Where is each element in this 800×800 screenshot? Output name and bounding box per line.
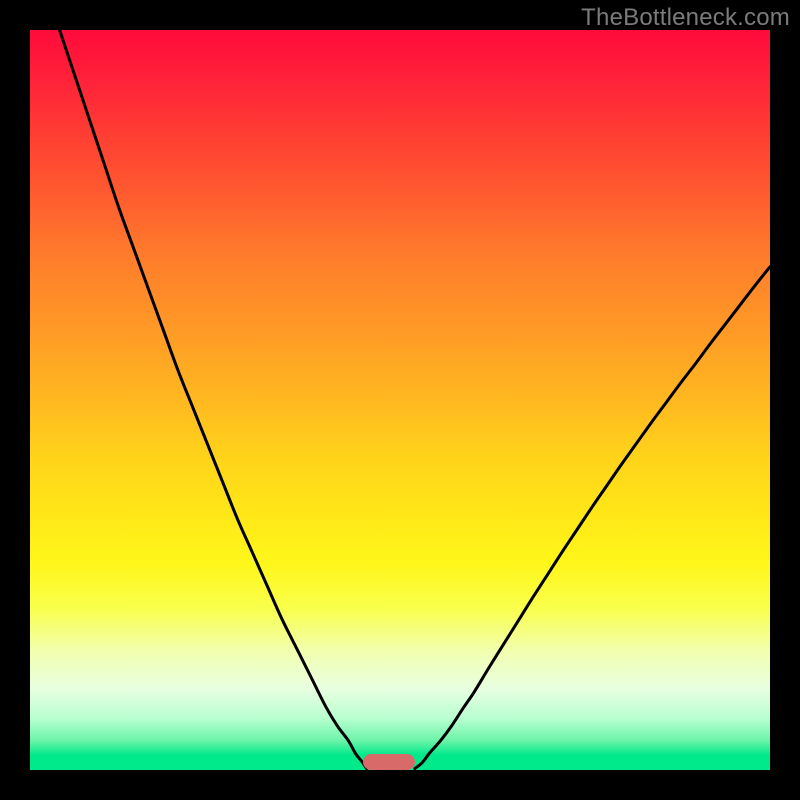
chart-frame: TheBottleneck.com bbox=[0, 0, 800, 800]
plot-area bbox=[30, 30, 770, 770]
curve-right bbox=[415, 267, 770, 769]
curve-left bbox=[60, 30, 367, 769]
min-marker bbox=[363, 754, 415, 770]
curve-layer bbox=[30, 30, 770, 770]
watermark-text: TheBottleneck.com bbox=[581, 4, 790, 32]
